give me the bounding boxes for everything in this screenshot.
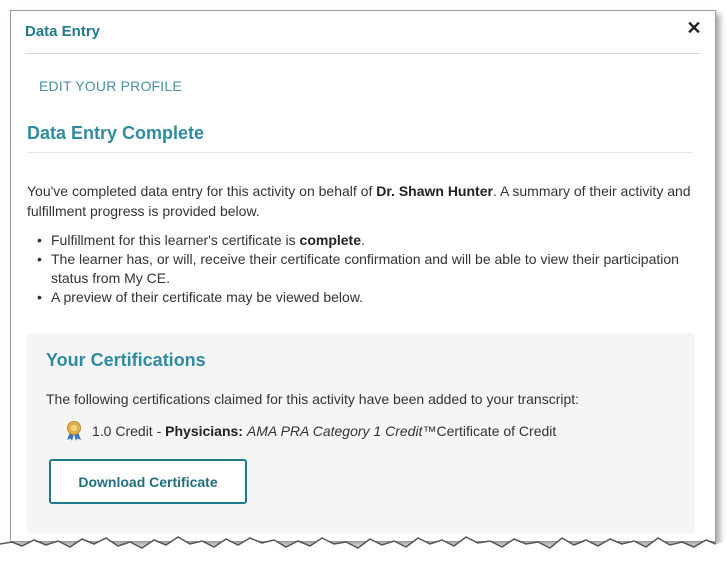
certifications-panel: Your Certifications The following certif… bbox=[27, 333, 695, 533]
modal-header: Data Entry ✕ bbox=[25, 11, 703, 54]
edit-profile-link[interactable]: EDIT YOUR PROFILE bbox=[39, 78, 182, 94]
list-item: • Fulfillment for this learner's certifi… bbox=[37, 232, 365, 248]
list-item: • The learner has, or will, receive thei… bbox=[37, 251, 679, 286]
bullet-icon: • bbox=[37, 232, 42, 248]
learner-name: Dr. Shawn Hunter bbox=[376, 183, 493, 199]
section-title: Data Entry Complete bbox=[27, 123, 205, 143]
bullet-icon: • bbox=[37, 251, 42, 267]
award-ribbon-icon bbox=[65, 421, 83, 441]
bullet-icon: • bbox=[37, 289, 42, 305]
data-entry-modal: Data Entry ✕ EDIT YOUR PROFILE Data Entr… bbox=[10, 10, 716, 542]
intro-text: You've completed data entry for this act… bbox=[27, 183, 691, 219]
certifications-description: The following certifications claimed for… bbox=[46, 391, 580, 407]
modal-title: Data Entry bbox=[25, 23, 101, 40]
section-divider bbox=[27, 152, 693, 153]
credit-item: 1.0 Credit - Physicians: AMA PRA Categor… bbox=[65, 421, 556, 441]
download-certificate-button[interactable]: Download Certificate bbox=[49, 459, 247, 504]
close-icon[interactable]: ✕ bbox=[685, 19, 703, 37]
summary-list: • Fulfillment for this learner's certifi… bbox=[27, 231, 699, 307]
list-item: • A preview of their certificate may be … bbox=[37, 289, 364, 305]
torn-edge-decoration bbox=[0, 536, 726, 569]
certifications-title: Your Certifications bbox=[46, 350, 206, 370]
